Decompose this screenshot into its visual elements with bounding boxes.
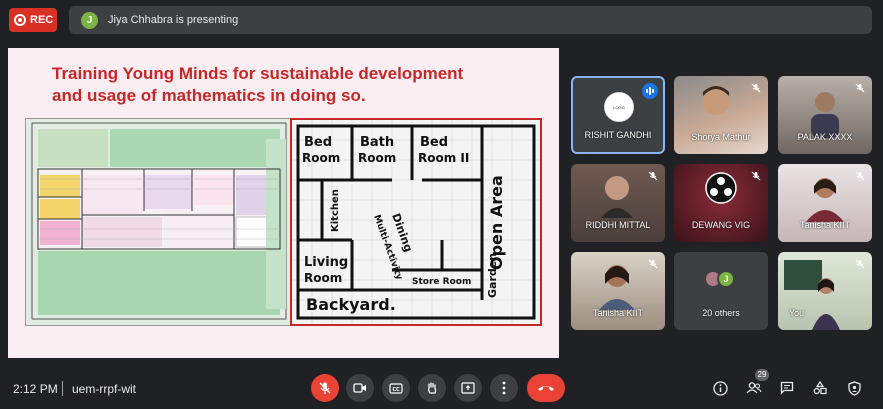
- participant-tile-palak-xxxx[interactable]: PALAK XXXX: [778, 76, 872, 154]
- svg-text:Room: Room: [358, 151, 396, 165]
- slide-title: Training Young Minds for sustainable dev…: [52, 63, 463, 107]
- participant-video: [599, 265, 635, 310]
- present-screen-button[interactable]: [454, 374, 482, 402]
- mic-off-icon: [646, 257, 660, 271]
- people-count-badge: 29: [755, 369, 769, 381]
- recording-indicator: REC: [9, 8, 57, 32]
- meeting-code: uem-rrpf-wit: [72, 382, 137, 396]
- svg-text:Living: Living: [304, 255, 348, 270]
- presenter-avatar: J: [81, 11, 98, 29]
- video-camera-icon: [353, 383, 366, 393]
- presentation-slide: Training Young Minds for sustainable dev…: [8, 48, 559, 358]
- participant-name: Shorya Mathur: [691, 132, 751, 142]
- svg-text:Bed: Bed: [420, 135, 448, 150]
- participant-video: [811, 92, 839, 138]
- participant-name: Tanisha KIIT: [592, 308, 644, 318]
- chat-icon: [780, 381, 794, 395]
- participant-tile-rishit-gandhi[interactable]: LOGO RISHIT GANDHI: [571, 76, 665, 154]
- activities-icon: [813, 381, 827, 395]
- people-button[interactable]: [744, 378, 764, 398]
- hand-icon: [428, 382, 437, 394]
- mic-off-icon: [853, 81, 867, 95]
- mic-off-icon: [853, 169, 867, 183]
- chat-button[interactable]: [777, 378, 797, 398]
- participant-name: RIDDHI MITTAL: [585, 220, 651, 230]
- participant-tile-others[interactable]: J 20 others: [674, 252, 768, 330]
- captions-button[interactable]: CC: [382, 374, 410, 402]
- participant-tile-you[interactable]: You: [778, 252, 872, 330]
- info-icon: [712, 380, 728, 396]
- participant-name: Tanisha KIIT: [799, 220, 851, 230]
- mic-off-icon: [749, 81, 763, 95]
- participant-tile-tanisha-kiit-2[interactable]: Tanisha KIIT: [571, 252, 665, 330]
- participant-name: DEWANG VIG: [691, 220, 751, 230]
- participant-name: PALAK XXXX: [797, 132, 853, 142]
- presenting-banner: J Jiya Chhabra is presenting: [69, 6, 872, 34]
- svg-text:Garden: Garden: [486, 253, 499, 298]
- svg-text:CC: CC: [392, 387, 400, 393]
- microphone-toggle-button[interactable]: [311, 374, 339, 402]
- mic-off-icon: [749, 169, 763, 183]
- mic-off-icon: [646, 169, 660, 183]
- participant-avatar: [705, 172, 737, 204]
- participant-avatar: J: [717, 270, 735, 288]
- more-options-button[interactable]: [490, 374, 518, 402]
- floor-plan-colored-image: [25, 118, 293, 326]
- speaking-indicator-icon: [642, 83, 658, 99]
- participant-video: [703, 86, 729, 115]
- participant-tile-shorya-mathur[interactable]: Shorya Mathur: [674, 76, 768, 154]
- slide-title-line-1: Training Young Minds for sustainable dev…: [52, 64, 464, 83]
- participant-name: RISHIT GANDHI: [584, 130, 652, 140]
- footer-divider: [62, 381, 63, 396]
- others-count-label: 20 others: [702, 308, 740, 318]
- mic-off-icon: [853, 257, 867, 271]
- leave-call-button[interactable]: [527, 374, 565, 402]
- svg-text:Room: Room: [304, 271, 342, 285]
- presenting-text: Jiya Chhabra is presenting: [108, 14, 239, 26]
- participant-tile-riddhi-mittal[interactable]: RIDDHI MITTAL: [571, 164, 665, 242]
- participant-video: [601, 176, 633, 218]
- closed-captions-icon: CC: [389, 382, 403, 394]
- participant-name: You: [789, 308, 805, 318]
- svg-text:Backyard.: Backyard.: [306, 295, 396, 314]
- present-screen-icon: [461, 382, 475, 394]
- recording-label: REC: [30, 14, 54, 26]
- mic-off-icon: [319, 382, 331, 394]
- people-icon: [746, 382, 762, 394]
- participant-tile-dewang-vig[interactable]: DEWANG VIG: [674, 164, 768, 242]
- slide-title-line-2: and usage of mathematics in doing so.: [52, 86, 366, 105]
- floor-plan-sketch-image: Bed Room Bath Room Bed Room II Living Ro…: [290, 118, 542, 326]
- more-vertical-icon: [502, 381, 506, 395]
- svg-text:Bath: Bath: [360, 135, 394, 150]
- meeting-details-button[interactable]: [710, 378, 730, 398]
- camera-toggle-button[interactable]: [346, 374, 374, 402]
- svg-text:Store Room: Store Room: [412, 277, 471, 287]
- record-icon: [14, 14, 26, 26]
- participant-avatar: LOGO: [604, 92, 634, 122]
- svg-text:Kitchen: Kitchen: [330, 189, 341, 232]
- participant-tile-tanisha-kiit-1[interactable]: Tanisha KIIT: [778, 164, 872, 242]
- svg-text:Bed: Bed: [304, 135, 332, 150]
- svg-text:Room: Room: [302, 151, 340, 165]
- shield-lock-icon: [847, 380, 861, 396]
- others-avatars: J: [704, 270, 735, 288]
- host-controls-button[interactable]: [844, 378, 864, 398]
- activities-button[interactable]: [810, 378, 830, 398]
- meet-window: REC J Jiya Chhabra is presenting Trainin…: [0, 0, 883, 409]
- svg-text:Room II: Room II: [418, 151, 469, 165]
- participant-video: [806, 178, 844, 222]
- hang-up-icon: [538, 386, 554, 391]
- raise-hand-button[interactable]: [418, 374, 446, 402]
- clock: 2:12 PM: [13, 382, 58, 396]
